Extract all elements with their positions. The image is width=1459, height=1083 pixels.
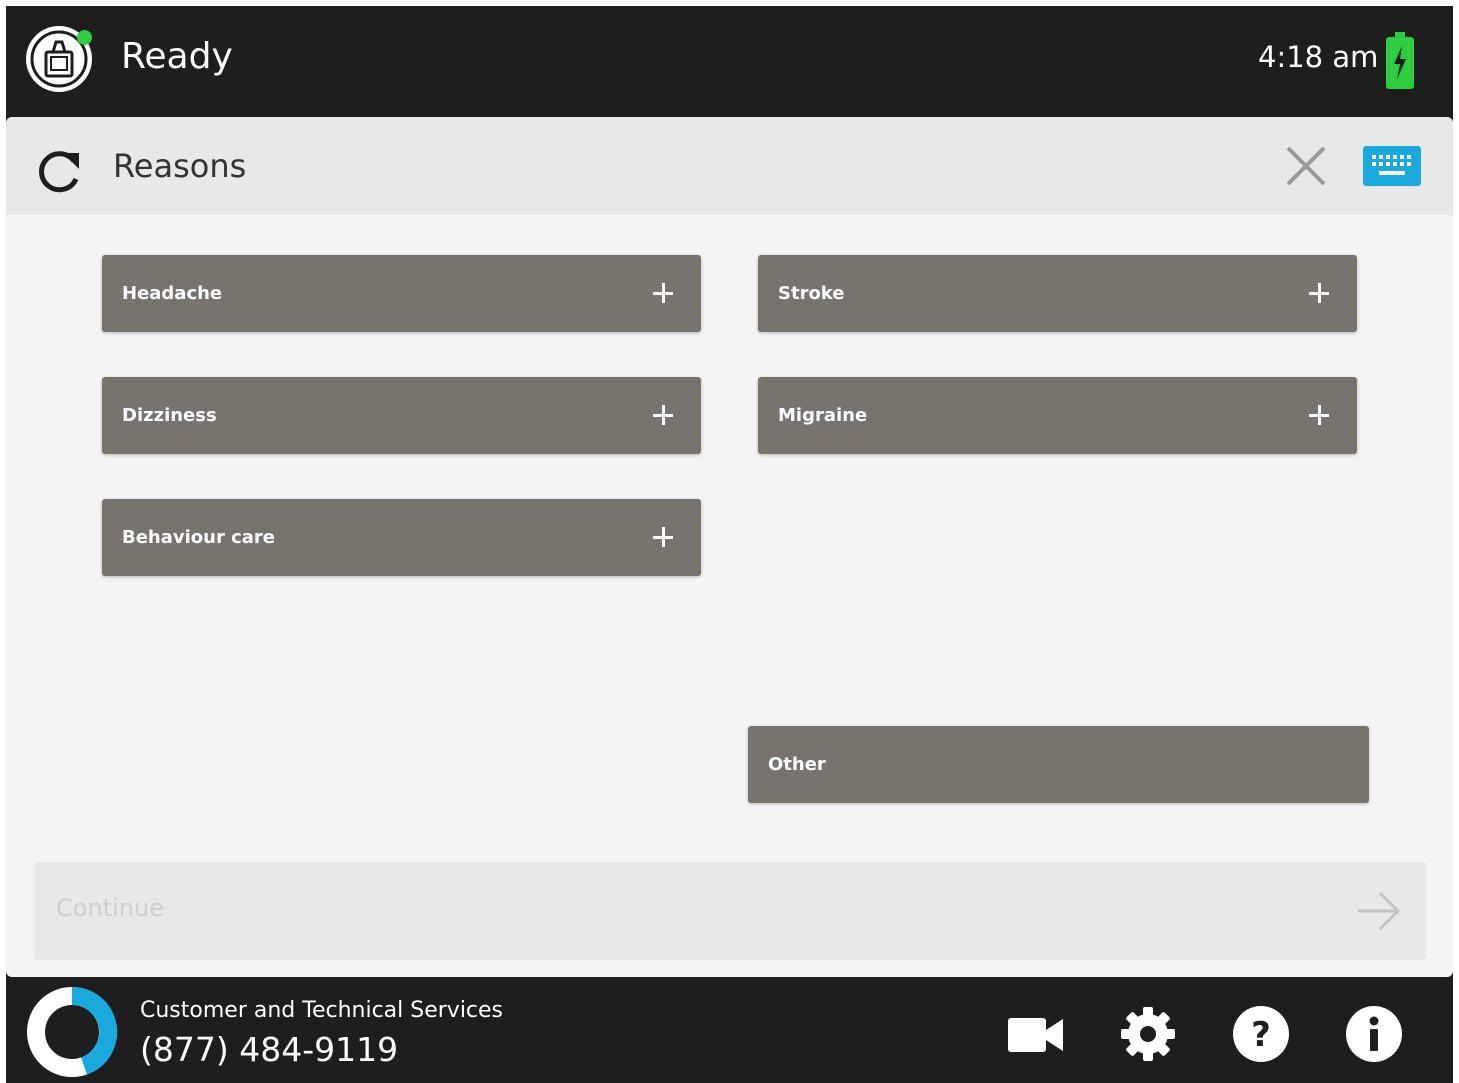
keyboard-icon[interactable] — [1363, 146, 1421, 186]
reason-button-migraine[interactable]: Migraine — [758, 377, 1357, 454]
reason-label: Other — [768, 754, 826, 775]
reason-button-stroke[interactable]: Stroke — [758, 255, 1357, 332]
reasons-panel: Reasons Headache Stroke Dizziness Migrai… — [6, 117, 1453, 977]
reason-button-behaviour-care[interactable]: Behaviour care — [102, 499, 701, 576]
reason-label: Behaviour care — [122, 527, 276, 548]
close-icon[interactable] — [1284, 144, 1328, 188]
battery-charging-icon — [1386, 32, 1414, 89]
connection-status: Ready — [121, 36, 233, 77]
plus-icon — [1307, 281, 1331, 305]
plus-icon — [1307, 403, 1331, 427]
reason-label: Headache — [122, 283, 223, 304]
help-icon[interactable]: ? — [1232, 1005, 1290, 1063]
arrow-right-icon — [1358, 891, 1401, 931]
app-frame: Ready 4:18 am Reasons Headache Stroke Di… — [6, 6, 1453, 1083]
gear-icon[interactable] — [1119, 1005, 1177, 1063]
reason-button-other[interactable]: Other — [748, 726, 1369, 803]
reason-label: Dizziness — [122, 405, 217, 426]
support-phone: (877) 484-9119 — [140, 1030, 399, 1069]
reason-label: Migraine — [778, 405, 868, 426]
reason-button-dizziness[interactable]: Dizziness — [102, 377, 701, 454]
continue-button[interactable]: Continue — [34, 862, 1426, 960]
device-logo-icon — [26, 26, 92, 92]
plus-icon — [651, 403, 675, 427]
plus-icon — [651, 281, 675, 305]
video-camera-icon[interactable] — [1008, 1016, 1064, 1054]
info-icon[interactable] — [1345, 1005, 1403, 1063]
top-status-bar: Ready 4:18 am — [6, 6, 1453, 116]
refresh-icon[interactable] — [34, 145, 86, 197]
panel-title: Reasons — [113, 147, 247, 185]
brand-logo-icon — [27, 986, 118, 1077]
panel-header: Reasons — [6, 117, 1453, 215]
plus-icon — [651, 525, 675, 549]
svg-text:?: ? — [1251, 1015, 1271, 1055]
reason-label: Stroke — [778, 283, 845, 304]
clock-time: 4:18 am — [1258, 40, 1379, 74]
footer-bar: Customer and Technical Services (877) 48… — [6, 978, 1453, 1083]
continue-label: Continue — [56, 894, 164, 922]
online-status-dot — [77, 30, 92, 45]
reason-button-headache[interactable]: Headache — [102, 255, 701, 332]
support-title: Customer and Technical Services — [140, 998, 504, 1023]
